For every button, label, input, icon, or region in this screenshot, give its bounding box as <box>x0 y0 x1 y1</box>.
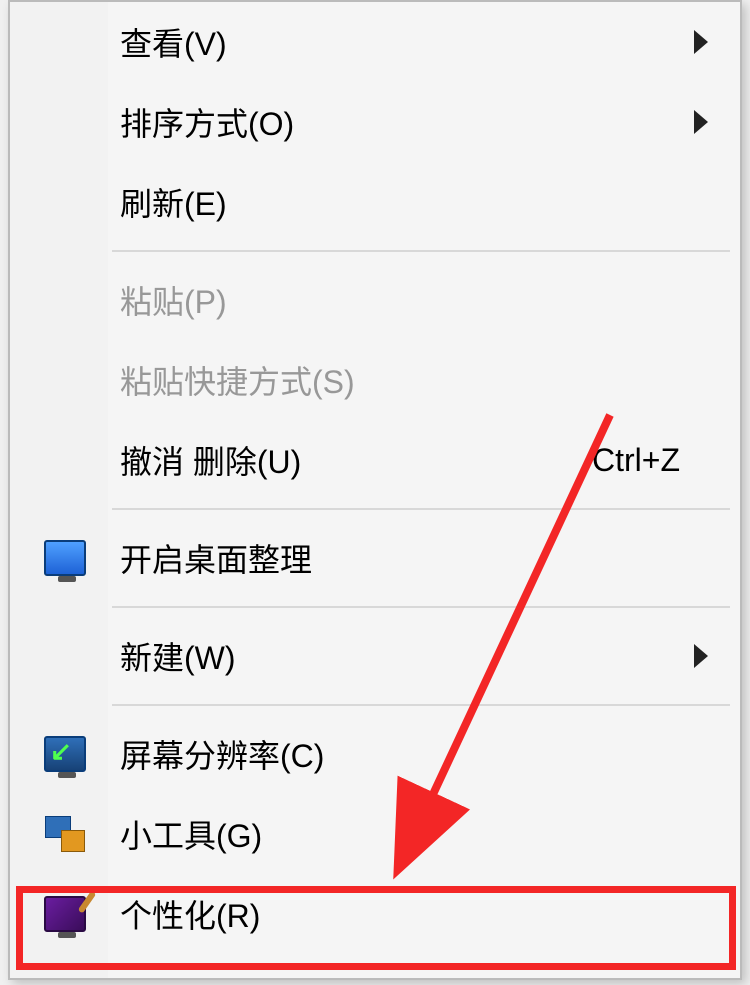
menu-item-label: 粘贴快捷方式(S) <box>120 357 680 403</box>
menu-item-sort[interactable]: 排序方式(O) <box>10 82 740 162</box>
menu-item-label: 新建(W) <box>120 633 680 679</box>
menu-item-paste: 粘贴(P) <box>10 260 740 340</box>
menu-item-undo-delete[interactable]: 撤消 删除(U) Ctrl+Z <box>10 420 740 500</box>
menu-separator <box>112 606 730 608</box>
menu-item-label: 刷新(E) <box>120 179 680 225</box>
menu-item-new[interactable]: 新建(W) <box>10 616 740 696</box>
menu-item-gadgets[interactable]: 小工具(G) <box>10 794 740 874</box>
menu-item-label: 粘贴(P) <box>120 277 680 323</box>
submenu-arrow-icon <box>694 644 708 668</box>
menu-item-refresh[interactable]: 刷新(E) <box>10 162 740 242</box>
menu-separator <box>112 508 730 510</box>
menu-item-label: 排序方式(O) <box>120 99 680 145</box>
menu-separator <box>112 250 730 252</box>
desktop-context-menu: 查看(V) 排序方式(O) 刷新(E) 粘贴(P) 粘贴快捷方式(S) 撤消 删… <box>8 0 742 980</box>
menu-item-label: 屏幕分辨率(C) <box>120 731 680 777</box>
menu-item-view[interactable]: 查看(V) <box>10 2 740 82</box>
menu-item-label: 查看(V) <box>120 19 680 65</box>
submenu-arrow-icon <box>694 110 708 134</box>
menu-separator <box>112 704 730 706</box>
personalize-icon <box>40 892 90 936</box>
menu-item-personalize[interactable]: 个性化(R) <box>10 874 740 954</box>
menu-item-label: 撤消 删除(U) <box>120 437 592 483</box>
menu-item-desktop-organize[interactable]: 开启桌面整理 <box>10 518 740 598</box>
menu-item-paste-shortcut: 粘贴快捷方式(S) <box>10 340 740 420</box>
menu-item-screen-resolution[interactable]: 屏幕分辨率(C) <box>10 714 740 794</box>
menu-item-label: 个性化(R) <box>120 891 680 937</box>
gadget-icon <box>40 812 90 856</box>
menu-item-shortcut: Ctrl+Z <box>592 442 680 479</box>
desktop-organize-icon <box>40 536 90 580</box>
menu-item-label: 小工具(G) <box>120 811 680 857</box>
menu-item-label: 开启桌面整理 <box>120 535 680 581</box>
submenu-arrow-icon <box>694 30 708 54</box>
screen-resolution-icon <box>40 732 90 776</box>
